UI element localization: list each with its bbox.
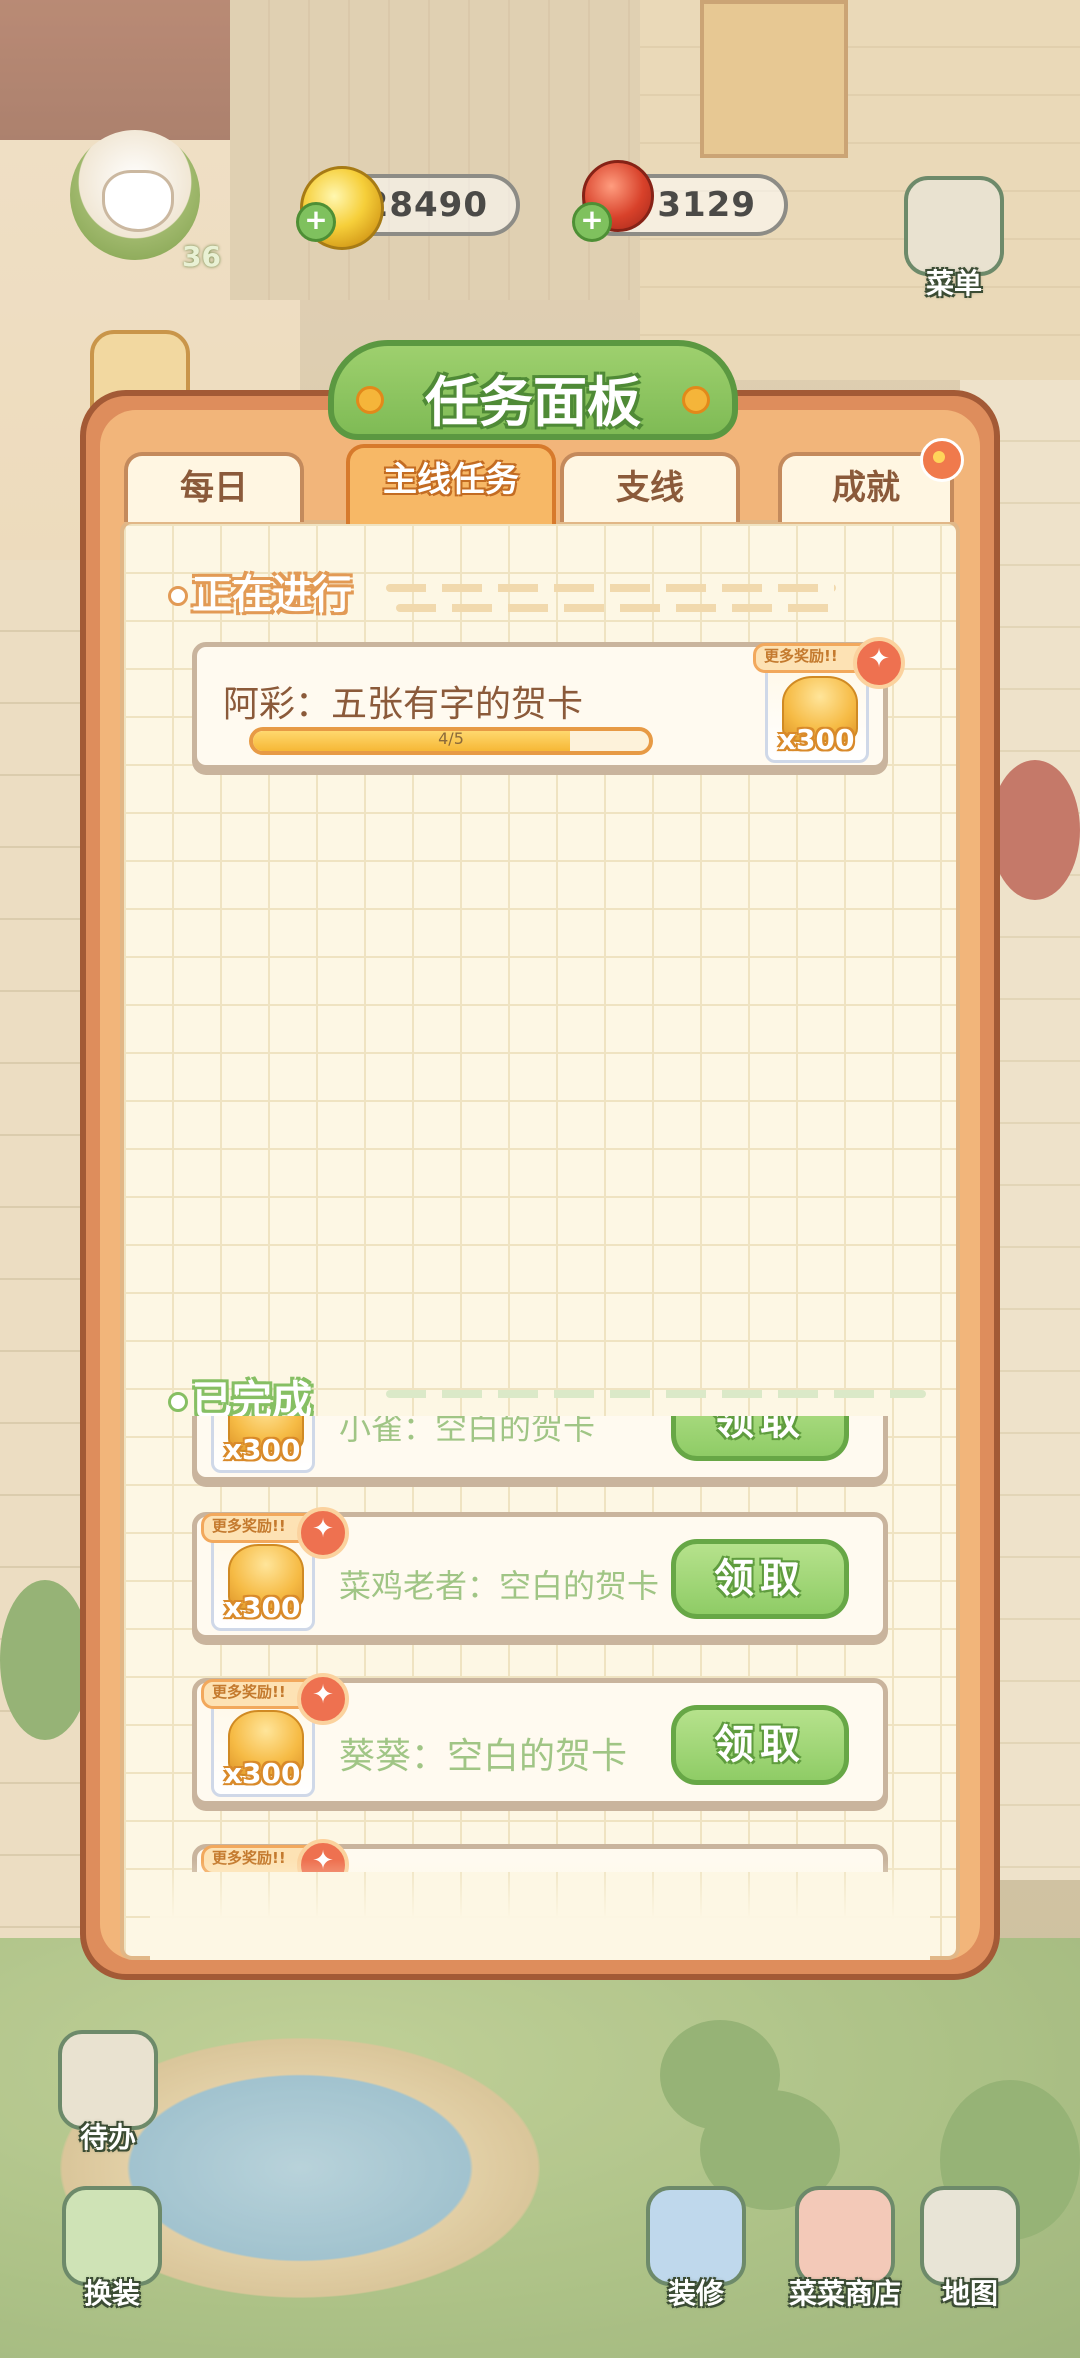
- more-rewards-star-icon: [853, 637, 905, 689]
- in-progress-heading: 正在进行: [192, 572, 352, 618]
- list-fade: [150, 1860, 930, 1960]
- decorate-button[interactable]: 装修: [640, 2186, 752, 2312]
- heading-dashes: [386, 1390, 926, 1398]
- panel-title: 任务面板: [425, 371, 641, 434]
- reward-slot[interactable]: x300: [765, 661, 869, 763]
- quest-card-completed[interactable]: x300 更多奖励!! 菜鸡老者：空白的贺卡 领取: [192, 1507, 888, 1640]
- claim-button[interactable]: 领取: [671, 1705, 849, 1785]
- map-icon: [920, 2186, 1020, 2286]
- dress-up-button[interactable]: 换装: [56, 2186, 168, 2312]
- quest-card-completed[interactable]: x300 更多奖励!! 葵葵：空白的贺卡 领取: [192, 1673, 888, 1806]
- quest-name: 小雀：空白的贺卡: [339, 1416, 596, 1447]
- map-button[interactable]: 地图: [914, 2186, 1026, 2312]
- section-bullet-icon: [168, 1392, 188, 1412]
- tomato-counter[interactable]: + 3129: [572, 160, 788, 242]
- tab-main-quest-label: 主线任务: [383, 460, 519, 500]
- avatar-bird-icon: [102, 170, 174, 232]
- reward-quantity: x300: [778, 723, 855, 756]
- menu-tv-icon: [904, 176, 1004, 276]
- quest-name: 菜鸡老者：空白的贺卡: [339, 1567, 660, 1605]
- claim-button-label: 领取: [714, 1416, 806, 1444]
- reward-slot: x300: [211, 1416, 315, 1473]
- dress-up-icon: [62, 2186, 162, 2286]
- more-rewards-star-icon: [297, 1507, 349, 1559]
- shop-stall-icon: [795, 2186, 895, 2286]
- add-tomatoes-button[interactable]: +: [572, 202, 612, 242]
- coin-counter[interactable]: + 28490: [296, 166, 520, 250]
- quest-name: 阿彩：五张有字的贺卡: [223, 684, 584, 725]
- claim-button[interactable]: 领取: [671, 1416, 849, 1461]
- add-coins-button[interactable]: +: [296, 202, 336, 242]
- tab-daily-label: 每日: [180, 468, 248, 508]
- claim-button-label: 领取: [714, 1556, 806, 1602]
- decorate-bird-icon: [646, 2186, 746, 2286]
- map-label: 地图: [941, 2277, 998, 2310]
- todo-list-icon: [58, 2030, 158, 2130]
- notification-badge-icon: [920, 438, 964, 482]
- claim-button[interactable]: 领取: [671, 1539, 849, 1619]
- shop-button[interactable]: 菜菜商店: [770, 2186, 920, 2312]
- todo-button[interactable]: 待办: [52, 2030, 164, 2156]
- tab-achievement-label: 成就: [832, 468, 900, 508]
- tab-side-quest-label: 支线: [616, 468, 684, 508]
- claim-button-label: 领取: [714, 1722, 806, 1768]
- decorate-label: 装修: [667, 2277, 724, 2310]
- tomato-amount: 3129: [657, 185, 756, 225]
- dress-up-label: 换装: [83, 2277, 140, 2310]
- reward-quantity: x300: [224, 1591, 301, 1624]
- quest-progress-bar: 4/5: [249, 727, 653, 755]
- quest-card-in-progress[interactable]: 阿彩：五张有字的贺卡 4/5 x300 更多奖励!!: [192, 637, 905, 770]
- quest-name: 葵葵：空白的贺卡: [339, 1736, 628, 1777]
- tab-side-quest[interactable]: 支线: [560, 452, 740, 522]
- heading-dashes: [396, 604, 836, 612]
- tab-main-quest[interactable]: 主线任务: [346, 444, 556, 524]
- panel-title-plate: 任务面板: [328, 340, 738, 440]
- progress-text: 4/5: [438, 729, 464, 748]
- player-level: 36: [182, 240, 221, 273]
- heading-dashes: [386, 584, 836, 592]
- shop-label: 菜菜商店: [788, 2277, 901, 2310]
- player-avatar[interactable]: 36: [40, 110, 240, 290]
- reward-quantity: x300: [224, 1757, 301, 1790]
- completed-quest-list[interactable]: x300 小雀：空白的贺卡 领取 x300 更多奖励!! 菜鸡老者：空白的贺卡 …: [150, 1416, 930, 1872]
- todo-label: 待办: [79, 2121, 136, 2154]
- quest-card-completed[interactable]: x300 小雀：空白的贺卡 领取: [192, 1416, 888, 1482]
- section-bullet-icon: [168, 586, 188, 606]
- tab-daily[interactable]: 每日: [124, 452, 304, 522]
- menu-label: 菜单: [925, 267, 982, 300]
- more-rewards-star-icon: [297, 1673, 349, 1725]
- reward-quantity: x300: [224, 1433, 301, 1466]
- tab-achievement[interactable]: 成就: [778, 438, 964, 522]
- menu-button[interactable]: 菜单: [898, 176, 1010, 302]
